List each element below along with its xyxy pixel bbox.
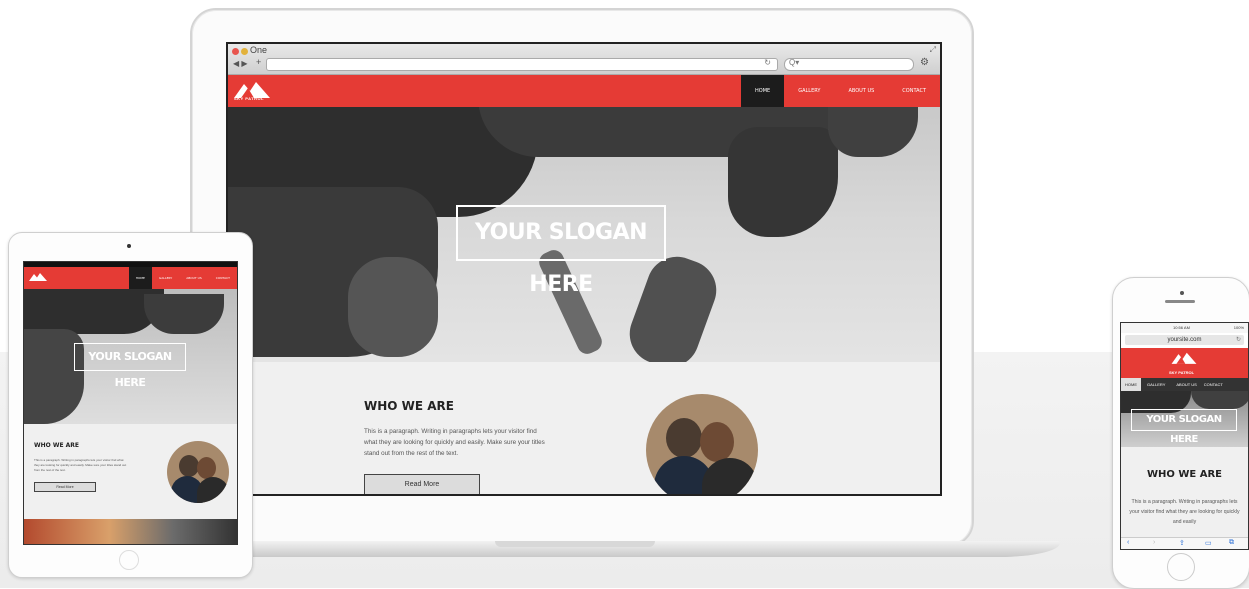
tablet-read-more-button[interactable]: Read More — [34, 482, 96, 492]
logo-text: SKY PATROL — [234, 96, 265, 101]
reload-icon[interactable]: ↻ — [764, 58, 771, 67]
phone-camera — [1180, 291, 1184, 295]
tablet-nav-gallery[interactable]: GALLERY — [152, 267, 179, 289]
tablet-nav-about-us[interactable]: ABOUT US — [179, 267, 209, 289]
url-input[interactable]: ↻ — [266, 58, 778, 71]
search-icon: Q▾ — [789, 58, 800, 67]
phone-nav-gallery[interactable]: GALLERY — [1141, 378, 1171, 391]
gear-icon[interactable]: ⚙ — [920, 57, 929, 68]
phone-logo-icon[interactable] — [1165, 350, 1203, 368]
phone-nav-home[interactable]: HOME — [1121, 378, 1141, 391]
fullscreen-icon[interactable]: ⤢ — [930, 45, 936, 55]
browser-chrome: One ⤢ ◀ ▶ + ↻ Q▾ ⚙ — [228, 44, 940, 75]
tablet-header: HOME GALLERY ABOUT US CONTACT — [24, 267, 237, 289]
tablet-about-section: WHO WE ARE This is a paragraph. Writing … — [24, 424, 237, 519]
tablet-logo-icon[interactable] — [28, 271, 48, 284]
site-nav: HOME GALLERY ABOUT US CONTACT — [741, 75, 940, 107]
hero-image: YOUR SLOGAN HERE — [228, 107, 940, 362]
section-paragraph: This is a paragraph. Writing in paragrap… — [364, 428, 545, 457]
phone-status-bar: 10:56 AM 100% — [1121, 323, 1248, 333]
tablet-nav-home[interactable]: HOME — [128, 267, 152, 289]
tablet-screen: HOME GALLERY ABOUT US CONTACT YOUR SLOGA… — [23, 261, 238, 545]
tablet-camera — [127, 244, 131, 248]
tablet-team-photo — [167, 441, 229, 503]
phone-reload-icon[interactable]: ↻ — [1236, 335, 1241, 345]
nav-home[interactable]: HOME — [741, 75, 785, 107]
phone-slogan: YOUR SLOGAN HERE — [1131, 409, 1237, 445]
phone-share-icon[interactable]: ⇪ — [1179, 539, 1185, 547]
browser-search-input[interactable]: Q▾ — [784, 58, 914, 71]
nav-gallery[interactable]: GALLERY — [784, 75, 834, 107]
minimize-window-icon[interactable] — [241, 48, 248, 55]
tablet-home-button[interactable] — [119, 550, 139, 570]
tablet-gallery-strip — [24, 519, 237, 544]
phone-status-battery: 100% — [1233, 325, 1244, 330]
phone-section-paragraph: This is a paragraph. Writing in paragrap… — [1129, 499, 1240, 525]
tablet-section-paragraph: This is a paragraph. Writing in paragrap… — [34, 458, 127, 472]
tablet-hero: YOUR SLOGAN HERE — [24, 289, 237, 424]
phone-screen: 10:56 AM 100% yoursite.com ↻ SKY PATROL … — [1120, 322, 1249, 550]
close-window-icon[interactable] — [232, 48, 239, 55]
phone-tabs-icon[interactable]: ⧉ — [1229, 539, 1234, 547]
phone-forward-icon[interactable]: › — [1153, 539, 1155, 546]
phone-header: SKY PATROL — [1121, 348, 1248, 378]
phone-about-section: WHO WE ARE This is a paragraph. Writing … — [1121, 447, 1248, 539]
add-bookmark-icon[interactable]: + — [256, 57, 261, 67]
phone-nav-about-us[interactable]: ABOUT US — [1171, 378, 1201, 391]
nav-contact[interactable]: CONTACT — [888, 75, 940, 107]
phone-hero: YOUR SLOGAN HERE — [1121, 391, 1248, 447]
team-photo — [646, 394, 758, 494]
phone-status-time: 10:56 AM — [1173, 325, 1190, 330]
phone-toolbar: ‹ › ⇪ ▭ ⧉ — [1121, 537, 1248, 549]
site-header: SKY PATROL HOME GALLERY ABOUT US CONTACT — [228, 75, 940, 107]
phone-url-bar[interactable]: yoursite.com ↻ — [1125, 335, 1244, 345]
tablet-section-title: WHO WE ARE — [34, 442, 79, 449]
phone-bookmarks-icon[interactable]: ▭ — [1205, 539, 1212, 547]
phone-section-title: WHO WE ARE — [1147, 469, 1222, 480]
tablet-slogan: YOUR SLOGAN HERE — [74, 343, 186, 389]
tablet-nav-contact[interactable]: CONTACT — [209, 267, 237, 289]
phone-nav-contact[interactable]: CONTACT — [1202, 378, 1225, 391]
phone-speaker — [1165, 300, 1195, 303]
laptop-screen: One ⤢ ◀ ▶ + ↻ Q▾ ⚙ SKY PATROL HOME GALLE… — [226, 42, 942, 496]
laptop-notch — [495, 541, 655, 547]
phone-back-icon[interactable]: ‹ — [1127, 539, 1129, 546]
back-forward-buttons[interactable]: ◀ ▶ — [233, 59, 248, 68]
read-more-button[interactable]: Read More — [364, 474, 480, 494]
phone-nav: HOME GALLERY ABOUT US CONTACT — [1121, 378, 1248, 391]
phone-home-button[interactable] — [1167, 553, 1195, 581]
browser-tab-title[interactable]: One — [250, 45, 267, 55]
about-section: WHO WE ARE This is a paragraph. Writing … — [228, 362, 940, 494]
phone-logo-text: SKY PATROL — [1169, 370, 1195, 375]
section-title: WHO WE ARE — [364, 399, 454, 413]
nav-about-us[interactable]: ABOUT US — [834, 75, 888, 107]
phone-url-text: yoursite.com — [1167, 337, 1202, 343]
hero-slogan: YOUR SLOGAN HERE — [456, 205, 666, 297]
